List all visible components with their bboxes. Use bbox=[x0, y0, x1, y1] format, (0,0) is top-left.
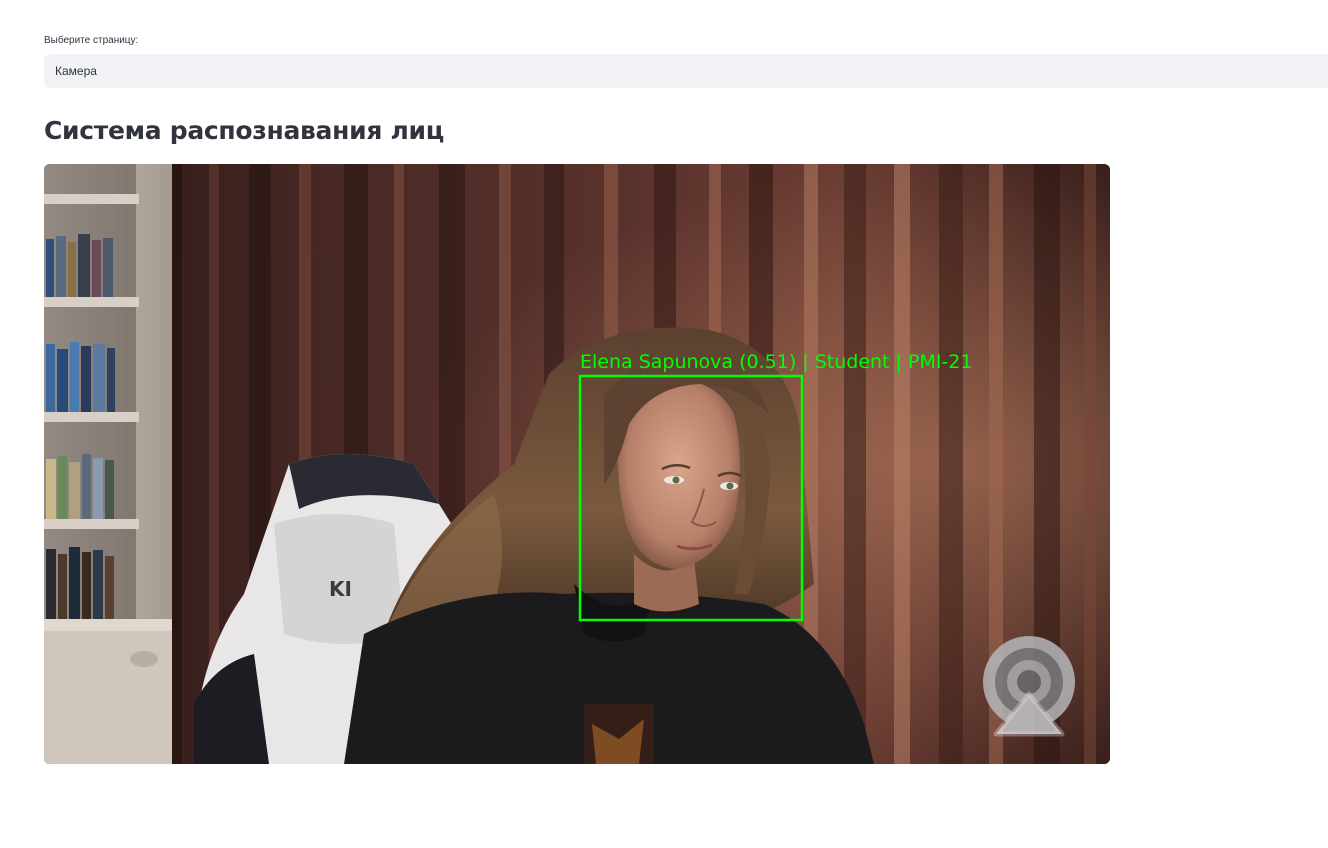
page-select-value: Камера bbox=[55, 64, 97, 78]
camera-feed: KI Elena Sapunova (0.51) | Student | PMI… bbox=[44, 164, 1110, 764]
svg-text:KI: KI bbox=[329, 577, 352, 601]
face-detection-label: Elena Sapunova (0.51) | Student | PMI-21 bbox=[580, 351, 972, 373]
page-title: Система распознавания лиц bbox=[44, 116, 444, 145]
page-select-label: Выберите страницу: bbox=[44, 35, 139, 46]
camera-image: KI Elena Sapunova (0.51) | Student | PMI… bbox=[44, 164, 1110, 764]
page-select[interactable]: Камера bbox=[44, 54, 1328, 88]
page: Выберите страницу: Камера Система распоз… bbox=[0, 0, 1328, 848]
